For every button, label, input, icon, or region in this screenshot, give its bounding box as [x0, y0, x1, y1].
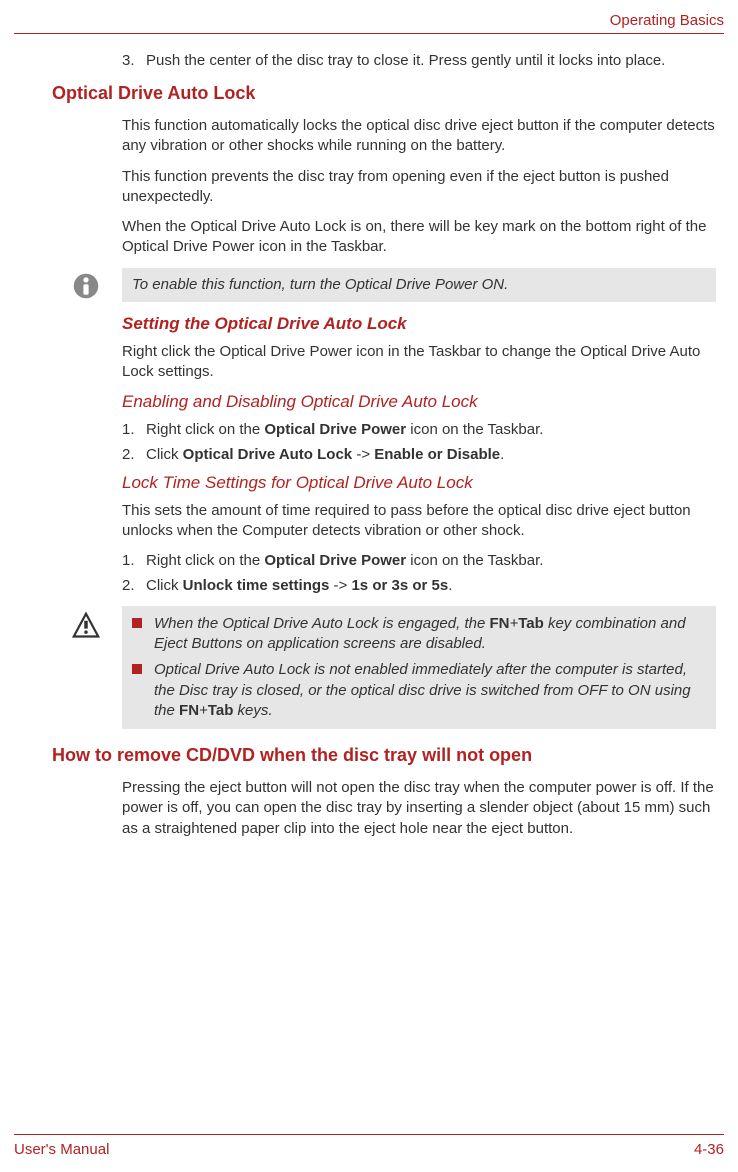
info-icon	[72, 272, 100, 306]
step-number: 1.	[122, 551, 146, 571]
step-text: Right click on the Optical Drive Power i…	[146, 420, 543, 440]
step-number: 2.	[122, 445, 146, 465]
heading-lock-time: Lock Time Settings for Optical Drive Aut…	[122, 473, 716, 493]
bullet-text: Optical Drive Auto Lock is not enabled i…	[154, 660, 706, 721]
paragraph: This sets the amount of time required to…	[122, 501, 716, 542]
list-item: 1. Right click on the Optical Drive Powe…	[122, 420, 716, 440]
list-item: 2. Click Optical Drive Auto Lock -> Enab…	[122, 445, 716, 465]
step-text: Right click on the Optical Drive Power i…	[146, 551, 543, 571]
bullet-item: When the Optical Drive Auto Lock is enga…	[132, 614, 706, 655]
paragraph: This function prevents the disc tray fro…	[122, 167, 716, 208]
header-rule	[14, 33, 724, 34]
step-text: Click Optical Drive Auto Lock -> Enable …	[146, 445, 504, 465]
footer-manual-label: User's Manual	[14, 1141, 109, 1158]
step-text: Push the center of the disc tray to clos…	[146, 52, 665, 69]
footer-rule	[14, 1134, 724, 1135]
header-section-label: Operating Basics	[14, 12, 724, 33]
bullet-square-icon	[132, 618, 142, 628]
heading-remove-cddvd: How to remove CD/DVD when the disc tray …	[52, 745, 716, 766]
step-number: 3.	[122, 52, 146, 69]
step-number: 2.	[122, 576, 146, 596]
list-item-step3: 3. Push the center of the disc tray to c…	[122, 52, 716, 69]
heading-enable-disable: Enabling and Disabling Optical Drive Aut…	[122, 392, 716, 412]
note-callout: To enable this function, turn the Optica…	[122, 268, 716, 302]
list-item: 1. Right click on the Optical Drive Powe…	[122, 551, 716, 571]
paragraph: Pressing the eject button will not open …	[122, 778, 716, 839]
bullet-square-icon	[132, 664, 142, 674]
bullet-item: Optical Drive Auto Lock is not enabled i…	[132, 660, 706, 721]
caution-callout: When the Optical Drive Auto Lock is enga…	[122, 606, 716, 729]
page-content: 3. Push the center of the disc tray to c…	[14, 52, 724, 839]
heading-setting-auto-lock: Setting the Optical Drive Auto Lock	[122, 314, 716, 334]
bullet-text: When the Optical Drive Auto Lock is enga…	[154, 614, 706, 655]
step-text: Click Unlock time settings -> 1s or 3s o…	[146, 576, 452, 596]
caution-icon	[72, 612, 100, 646]
note-text: To enable this function, turn the Optica…	[132, 276, 508, 293]
paragraph: Right click the Optical Drive Power icon…	[122, 342, 716, 383]
step-number: 1.	[122, 420, 146, 440]
list-item: 2. Click Unlock time settings -> 1s or 3…	[122, 576, 716, 596]
heading-optical-auto-lock: Optical Drive Auto Lock	[52, 83, 716, 104]
page-footer: User's Manual 4-36	[14, 1134, 724, 1158]
paragraph: When the Optical Drive Auto Lock is on, …	[122, 217, 716, 258]
paragraph: This function automatically locks the op…	[122, 116, 716, 157]
footer-page-number: 4-36	[694, 1141, 724, 1158]
